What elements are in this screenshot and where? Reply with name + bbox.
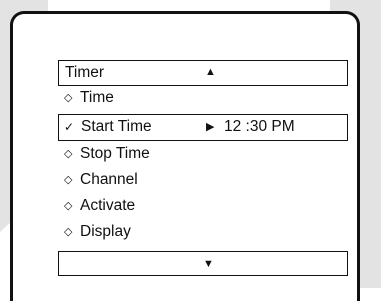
scroll-down-icon[interactable]: ▼ (203, 252, 214, 276)
menu-item-channel[interactable]: ◇ Channel (58, 168, 348, 194)
menu-item-time[interactable]: ◇ Time (58, 86, 348, 112)
menu-item-start-time[interactable]: ✓ Start Time ▶ 12 :30 PM (58, 114, 348, 141)
diamond-icon: ◇ (64, 226, 73, 238)
diamond-icon: ◇ (64, 92, 73, 104)
checkmark-icon: ✓ (64, 120, 75, 134)
menu-item-stop-time[interactable]: ◇ Stop Time (58, 142, 348, 168)
menu-item-activate[interactable]: ◇ Activate (58, 194, 348, 220)
right-arrow-icon: ▶ (206, 121, 215, 133)
diamond-icon: ◇ (64, 200, 73, 212)
menu-item-label: Start Time (81, 118, 152, 135)
start-time-value: 12 :30 PM (224, 118, 295, 135)
menu-item-display[interactable]: ◇ Display (58, 220, 348, 246)
menu-footer-bar: ▼ (58, 251, 348, 276)
menu-item-label: Activate (80, 197, 136, 214)
diamond-icon: ◇ (64, 174, 73, 186)
menu-item-label: Display (80, 223, 131, 240)
menu-item-label: Time (80, 89, 114, 106)
menu-item-label: Stop Time (80, 145, 150, 162)
timer-menu: Timer ▲ ◇ Time ✓ Start Time ▶ 12 :30 PM … (58, 60, 348, 276)
scroll-up-icon[interactable]: ▲ (205, 61, 216, 83)
menu-title: Timer (65, 64, 105, 81)
menu-title-bar: Timer ▲ (58, 60, 348, 86)
menu-item-label: Channel (80, 171, 138, 188)
diamond-icon: ◇ (64, 148, 73, 160)
